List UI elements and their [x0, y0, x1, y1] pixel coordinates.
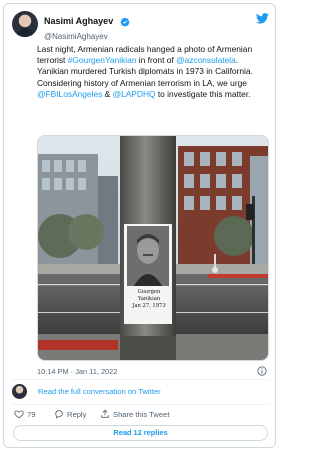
mention-link[interactable]: @FBILosAngeles [37, 89, 102, 99]
tweet-actions: 79 Reply Share this Tweet [14, 409, 269, 421]
author-avatar[interactable] [12, 11, 38, 37]
poster-caption-name: Gourgen Yanikian [137, 289, 161, 302]
twitter-bird-icon[interactable] [256, 13, 269, 24]
heart-icon [14, 410, 24, 419]
hashtag-link[interactable]: #GourgenYanikian [68, 55, 137, 65]
divider [12, 404, 269, 405]
tweet-text: Last night, Armenian radicals hanged a p… [37, 44, 269, 100]
tweet-text-segment: & [102, 88, 113, 99]
read-conversation-link[interactable]: Read the full conversation on Twitter [38, 387, 161, 396]
poster-caption: Gourgen Yanikian Jan 27, 1973 [126, 289, 172, 310]
share-icon [101, 409, 109, 418]
like-action[interactable]: 79 [14, 409, 35, 419]
embedded-tweet-card: Nasimi Aghayev @NasimiAghayev Last night… [3, 3, 276, 448]
reply-action[interactable]: Reply [54, 409, 86, 419]
author-names[interactable]: Nasimi Aghayev @NasimiAghayev [44, 13, 130, 42]
reply-bubble-icon [55, 410, 63, 419]
verified-badge-icon [120, 17, 130, 27]
like-count: 79 [27, 409, 36, 419]
poster-caption-date: Jan 27, 1973 [132, 303, 166, 309]
share-label: Share this Tweet [113, 409, 170, 419]
street-pole-poster-image [38, 136, 268, 360]
conversation-avatar [12, 384, 27, 399]
conversation-row[interactable]: Read the full conversation on Twitter [12, 384, 269, 400]
reply-label: Reply [67, 409, 87, 419]
tweet-text-segment: to investigate this matter. [155, 88, 251, 99]
share-action[interactable]: Share this Tweet [100, 409, 169, 419]
tweet-photo[interactable]: Gourgen Yanikian Jan 27, 1973 [37, 135, 269, 361]
info-icon[interactable] [257, 366, 267, 376]
tweet-timestamp[interactable]: 10:14 PM · Jan 11, 2022 [37, 367, 117, 376]
author-handle[interactable]: @NasimiAghayev [44, 31, 130, 42]
tweet-text-segment: in front of [136, 55, 177, 66]
read-replies-button[interactable]: Read 12 replies [13, 425, 268, 441]
author-display-name[interactable]: Nasimi Aghayev [44, 16, 113, 27]
divider [12, 379, 269, 380]
mention-link[interactable]: @azconsulatela [176, 55, 236, 65]
mention-link[interactable]: @LAPDHQ [113, 89, 156, 99]
tweet-header: Nasimi Aghayev @NasimiAghayev [12, 11, 269, 42]
